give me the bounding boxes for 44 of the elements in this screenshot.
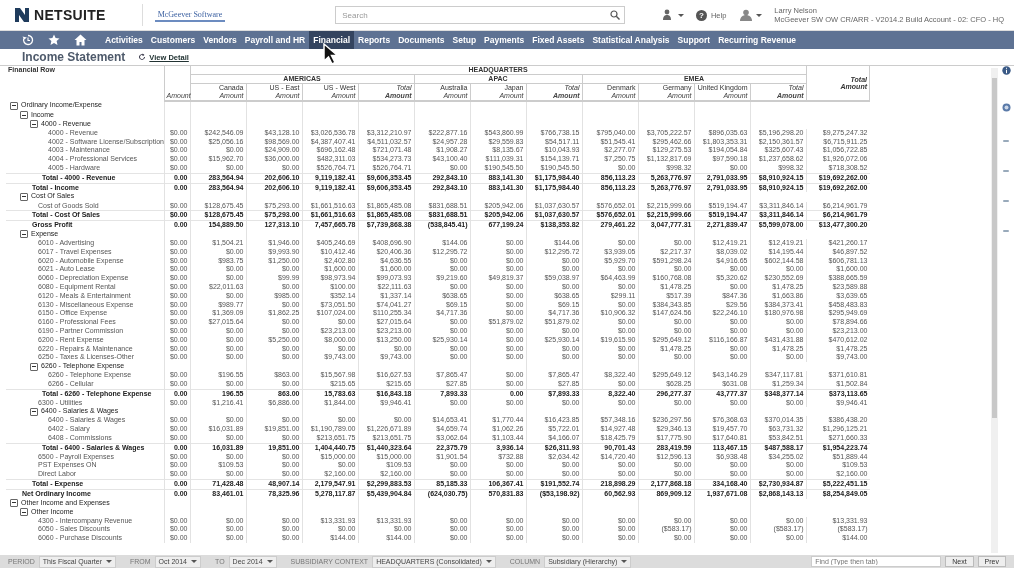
nav-tab[interactable]: Payroll and HR <box>240 31 310 49</box>
collapse-toggle[interactable] <box>20 192 28 201</box>
history-icon[interactable] <box>22 34 34 46</box>
nav-tab[interactable]: Vendors <box>199 31 241 49</box>
nav-tab[interactable]: Financial <box>309 31 355 49</box>
search-icon[interactable] <box>610 10 621 20</box>
collapse-toggle[interactable] <box>20 111 28 120</box>
nav-tab[interactable]: Reports <box>354 31 395 49</box>
nav-tab[interactable]: Payments <box>480 31 529 49</box>
search-field[interactable]: Search <box>335 6 626 24</box>
collapse-toggle[interactable] <box>20 508 28 516</box>
nav-tab[interactable]: Documents <box>394 31 449 49</box>
nav-tab[interactable]: Setup <box>448 31 481 49</box>
nav-tab[interactable]: Statistical Analysis <box>588 31 674 49</box>
caret-icon[interactable] <box>756 13 763 17</box>
panel-handle[interactable] <box>1003 170 1009 172</box>
panel-handle[interactable] <box>1003 140 1009 142</box>
logo-icon <box>14 7 30 23</box>
figure-icon[interactable] <box>661 9 674 21</box>
panel-handle[interactable] <box>1003 230 1009 232</box>
collapse-toggle[interactable] <box>30 120 38 129</box>
nav-tab[interactable]: Recurring Revenue <box>714 31 801 49</box>
star-icon[interactable] <box>48 34 60 46</box>
panel-handle[interactable] <box>1003 200 1009 202</box>
collapse-toggle[interactable] <box>30 407 38 416</box>
circle-icon[interactable] <box>1001 103 1011 112</box>
nav-tab[interactable]: Activities <box>101 31 147 49</box>
help-icon[interactable]: ? <box>695 9 707 21</box>
brand-name: NETSUITE <box>34 7 106 23</box>
partner-logo: McGeever Software <box>154 8 226 22</box>
page-title: Income Statement <box>22 50 126 64</box>
collapse-toggle[interactable] <box>30 362 38 371</box>
collapse-toggle[interactable] <box>10 101 18 110</box>
nav-tab[interactable]: Fixed Assets <box>528 31 589 49</box>
info-icon[interactable] <box>1001 66 1011 75</box>
nav-tab[interactable]: Support <box>673 31 715 49</box>
collapse-toggle[interactable] <box>10 498 18 507</box>
caret-icon[interactable] <box>677 13 684 17</box>
scrollbar[interactable] <box>991 68 998 553</box>
refresh-icon[interactable] <box>138 53 147 61</box>
home-icon[interactable] <box>74 34 87 46</box>
user-icon[interactable] <box>740 9 753 21</box>
collapse-toggle[interactable] <box>20 230 28 239</box>
nav-tab[interactable]: Customers <box>146 31 200 49</box>
